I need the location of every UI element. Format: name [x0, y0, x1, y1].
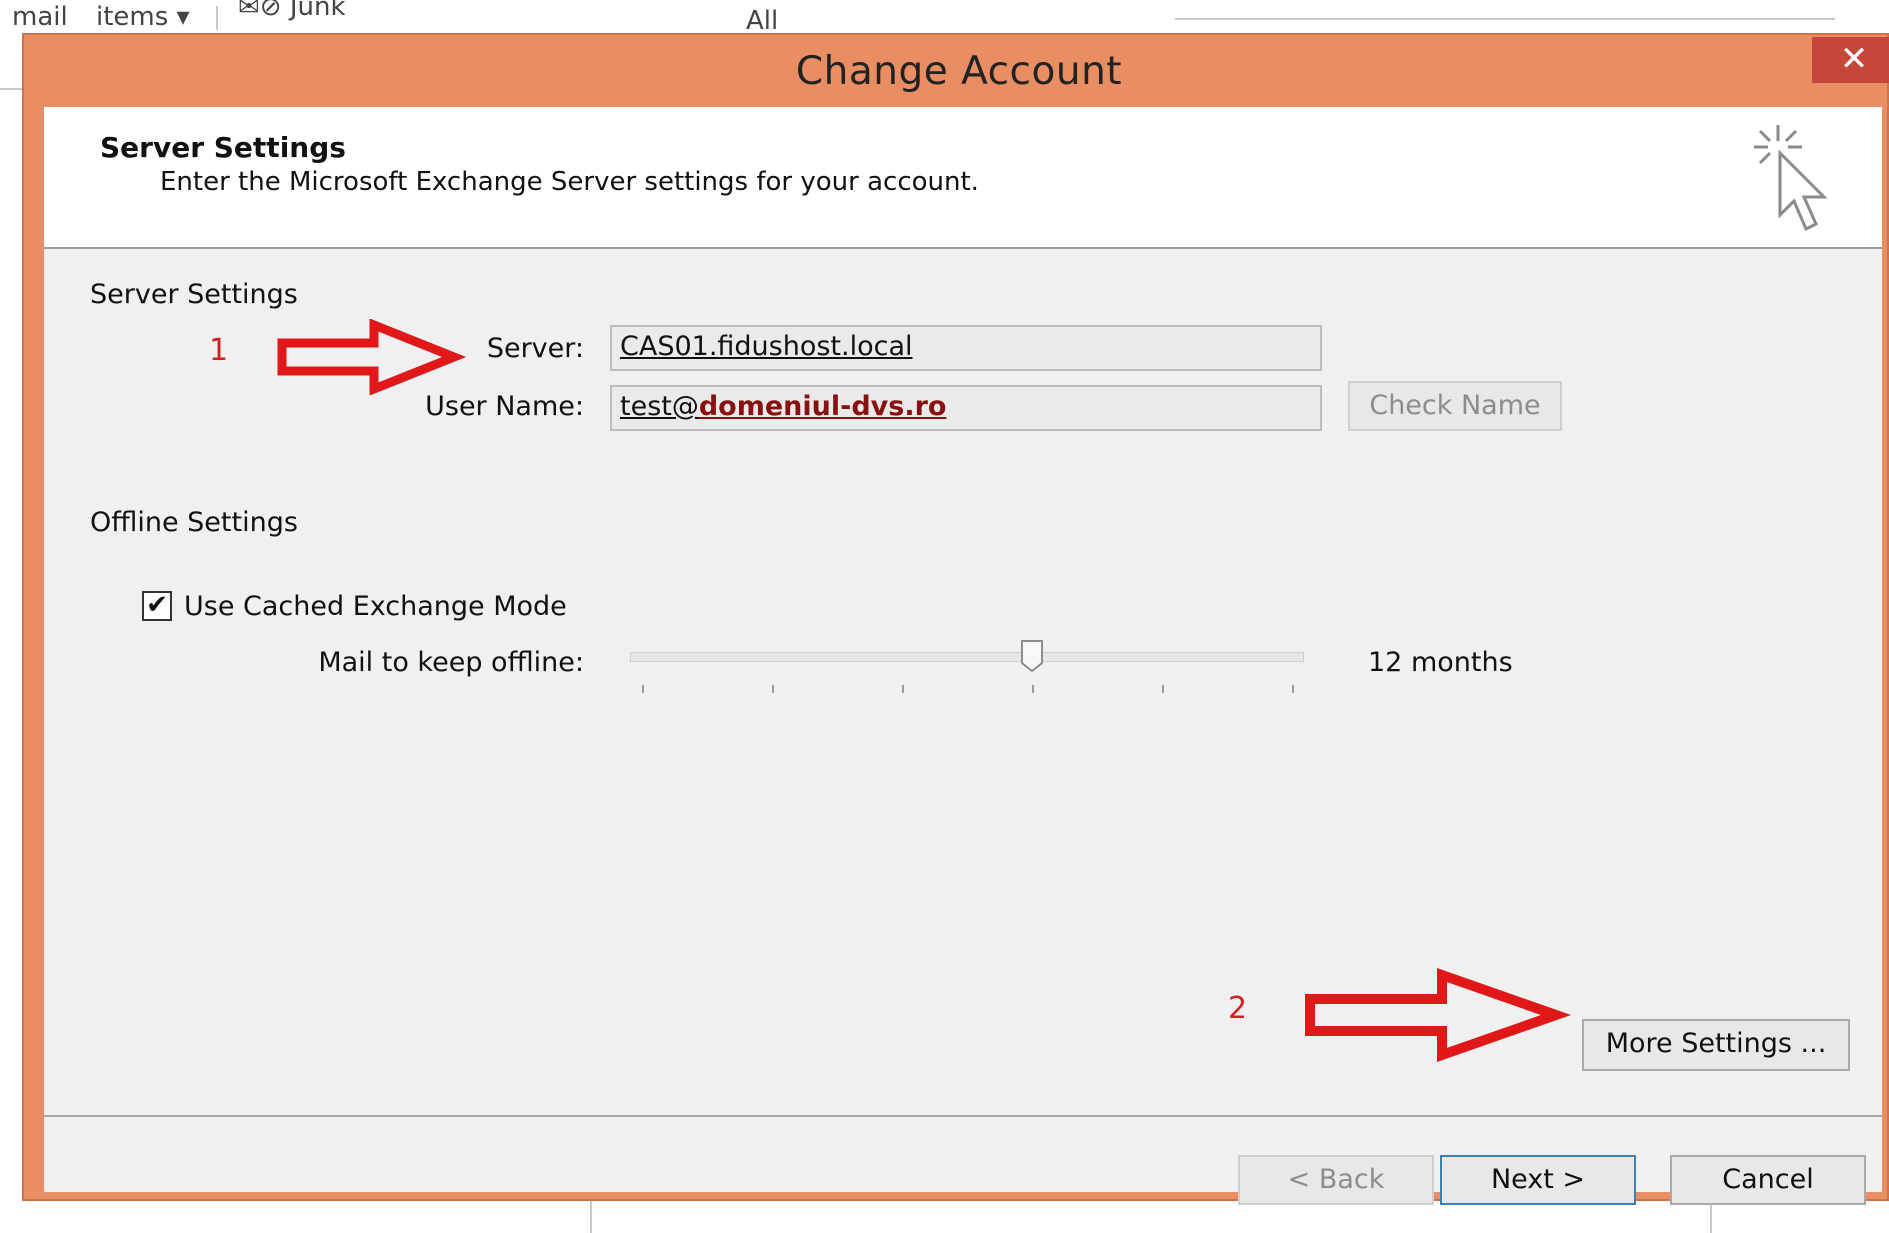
server-input[interactable]: CAS01.fidushost.local: [610, 325, 1322, 371]
background-toolbar: mail items ▾ ✉⊘ Junk All: [0, 0, 1889, 36]
username-domain: domeniul-dvs.ro: [698, 391, 947, 422]
keep-offline-value: 12 months: [1368, 647, 1513, 678]
dialog-body: Server Settings Enter the Microsoft Exch…: [44, 107, 1882, 1205]
bg-divider: [216, 6, 218, 30]
cancel-button[interactable]: Cancel: [1670, 1155, 1866, 1205]
bg-all-filter: All: [746, 6, 779, 36]
bg-items-dropdown: items ▾: [96, 2, 190, 32]
slider-tick: [1292, 685, 1294, 693]
offline-settings-heading: Offline Settings: [90, 507, 298, 538]
bg-search-box-edge: [1175, 18, 1835, 20]
server-settings-heading: Server Settings: [90, 279, 298, 310]
slider-tick: [1162, 685, 1164, 693]
footer-separator: [44, 1115, 1882, 1117]
username-label: User Name:: [425, 391, 584, 422]
keep-offline-slider-thumb[interactable]: [1020, 639, 1044, 673]
keep-offline-slider-track[interactable]: [630, 652, 1304, 662]
slider-tick: [1032, 685, 1034, 693]
wizard-cursor-icon: [1754, 125, 1828, 232]
bg-junk-button: ✉⊘ Junk: [238, 0, 346, 22]
back-button[interactable]: < Back: [1238, 1155, 1434, 1205]
username-input[interactable]: test@domeniul-dvs.ro: [610, 385, 1322, 431]
slider-tick: [642, 685, 644, 693]
cached-mode-checkbox[interactable]: ✔: [142, 591, 172, 621]
bg-divider-bottom: [590, 1200, 592, 1233]
keep-offline-label: Mail to keep offline:: [318, 647, 584, 678]
dialog-title: Change Account: [795, 49, 1123, 94]
close-button[interactable]: ✕: [1812, 37, 1889, 83]
red-arrow-icon: [1305, 967, 1572, 1063]
cached-mode-label: Use Cached Exchange Mode: [184, 591, 567, 622]
next-button[interactable]: Next >: [1440, 1155, 1636, 1205]
wizard-header: Server Settings Enter the Microsoft Exch…: [44, 107, 1882, 249]
bg-mail-label: mail: [12, 2, 68, 32]
bg-pane-edge: [0, 88, 22, 90]
server-value: CAS01.fidushost.local: [620, 331, 913, 362]
more-settings-button[interactable]: More Settings ...: [1582, 1019, 1850, 1071]
server-label: Server:: [486, 333, 584, 364]
annotation-number-2: 2: [1228, 991, 1248, 1026]
slider-tick: [772, 685, 774, 693]
header-subtitle: Enter the Microsoft Exchange Server sett…: [160, 167, 979, 197]
change-account-dialog: Change Account ✕ Server Settings Enter t…: [22, 33, 1889, 1205]
annotation-number-1: 1: [209, 333, 229, 368]
check-name-button[interactable]: Check Name: [1348, 381, 1562, 431]
slider-tick: [902, 685, 904, 693]
header-title: Server Settings: [100, 131, 346, 164]
username-prefix: test@: [620, 391, 699, 422]
